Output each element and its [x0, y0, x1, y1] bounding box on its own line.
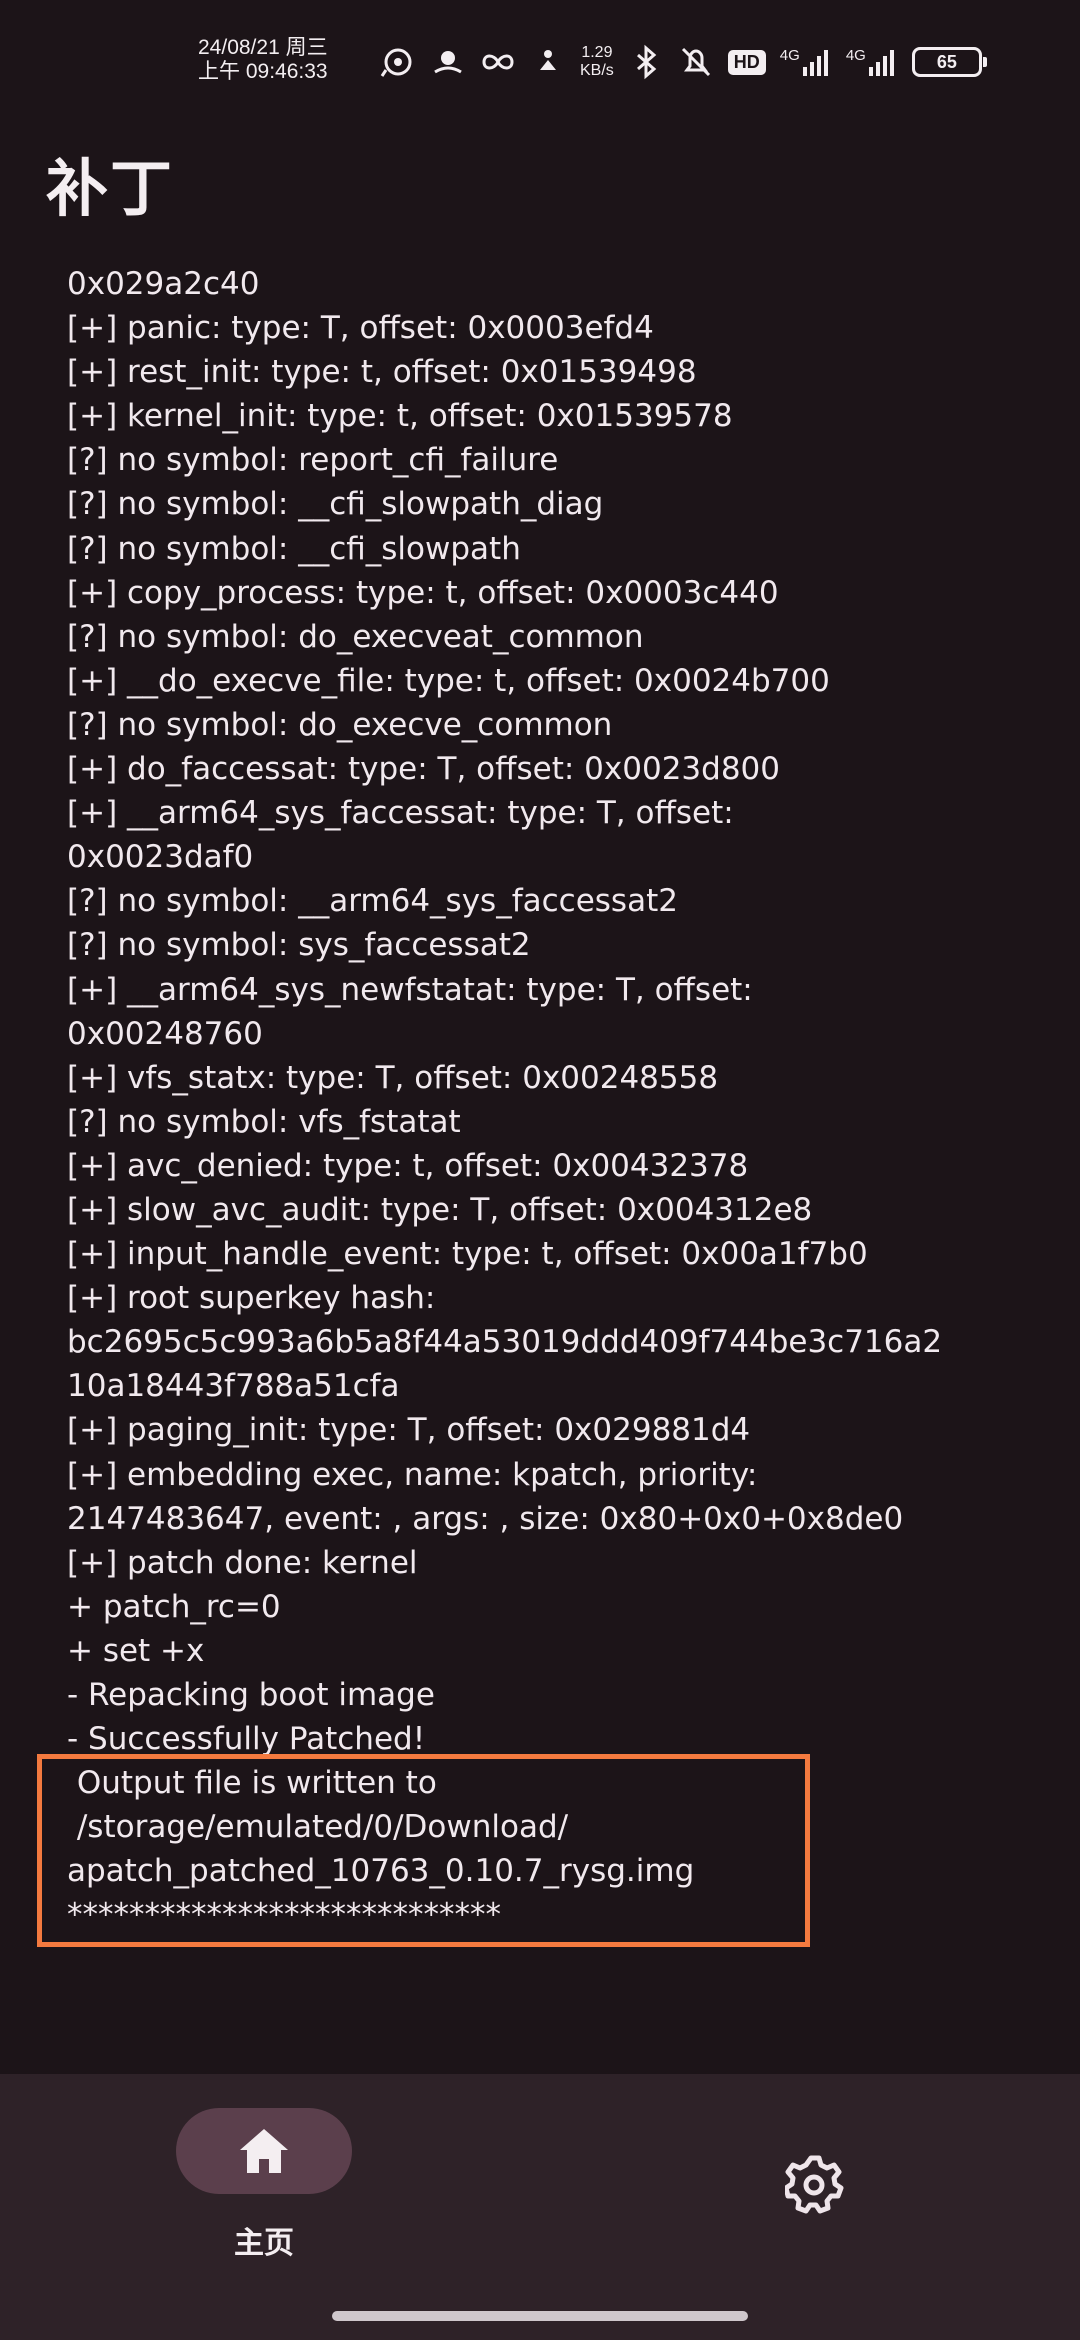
signal-bars-icon: [802, 50, 828, 76]
log-line: [+] rest_init: type: t, offset: 0x015394…: [67, 354, 697, 391]
page-title: 补丁: [46, 152, 175, 225]
log-line: 2147483647, event: , args: , size: 0x80+…: [67, 1500, 904, 1537]
infinity-icon: [482, 54, 514, 70]
net-speed: 1.29 KB/s: [580, 44, 614, 80]
net-speed-value: 1.29: [581, 44, 613, 61]
battery-level: 65: [936, 51, 957, 72]
nav-home-label: 主页: [234, 2226, 294, 2261]
log-line: [?] no symbol: sys_faccessat2: [67, 927, 531, 964]
log-line: [+] avc_denied: type: t, offset: 0x00432…: [67, 1147, 749, 1184]
log-line: [+] do_faccessat: type: T, offset: 0x002…: [67, 751, 780, 788]
log-line: [+] __arm64_sys_newfstatat: type: T, off…: [67, 971, 753, 1008]
home-icon: [240, 2129, 288, 2173]
output-file-highlight: [37, 1754, 810, 1947]
signal-bars-icon: [868, 50, 894, 76]
log-line: [?] no symbol: do_execve_common: [67, 706, 613, 743]
status-icons: 1.29 KB/s HD 4G 4G 65: [380, 40, 987, 84]
patch-log-output: 0x029a2c40 [+] panic: type: T, offset: 0x…: [67, 262, 1027, 1938]
status-bar: 24/08/21 周三 上午 09:46:33 1.29 KB/s HD 4G …: [0, 0, 1080, 110]
log-line: + set +x: [67, 1632, 205, 1669]
sim1-label: 4G: [779, 47, 800, 64]
battery-indicator: 65: [911, 47, 987, 77]
status-date: 24/08/21 周三: [198, 36, 328, 59]
log-line: 0x029a2c40: [67, 266, 260, 302]
log-line: [+] root superkey hash:: [67, 1280, 436, 1317]
app-notification-icon: [434, 51, 462, 74]
person-alert-icon: [540, 50, 556, 70]
log-line: [?] no symbol: __cfi_slowpath: [67, 530, 521, 567]
log-line: [+] panic: type: T, offset: 0x0003efd4: [67, 310, 654, 347]
status-datetime: 24/08/21 周三 上午 09:46:33: [198, 36, 328, 84]
sim1-signal: 4G: [780, 47, 832, 77]
log-line: [+] __do_execve_file: type: t, offset: 0…: [67, 662, 830, 699]
sim2-label: 4G: [845, 47, 866, 64]
log-line: 0x0023daf0: [67, 839, 254, 876]
log-line: - Repacking boot image: [67, 1677, 435, 1713]
gesture-bar[interactable]: [332, 2311, 748, 2321]
log-line: [+] paging_init: type: T, offset: 0x0298…: [67, 1412, 751, 1449]
log-line: bc2695c5c993a6b5a8f44a53019ddd409f744be3…: [67, 1324, 943, 1361]
log-line: [+] input_handle_event: type: t, offset:…: [67, 1236, 868, 1273]
bluetooth-icon: [636, 44, 657, 80]
sim2-signal: 4G: [846, 47, 898, 77]
log-line: [?] no symbol: __arm64_sys_faccessat2: [67, 883, 678, 920]
log-line: [+] embedding exec, name: kpatch, priori…: [67, 1456, 758, 1493]
bottom-navigation: 主页: [0, 2074, 1080, 2340]
log-line: 0x00248760: [67, 1015, 263, 1052]
log-line: [?] no symbol: vfs_fstatat: [67, 1103, 461, 1140]
log-line: + patch_rc=0: [67, 1588, 281, 1625]
log-line: [+] __arm64_sys_faccessat: type: T, offs…: [67, 795, 734, 832]
log-line: [+] patch done: kernel: [67, 1544, 418, 1581]
log-line: [?] no symbol: report_cfi_failure: [67, 442, 559, 479]
hd-badge: HD: [727, 49, 766, 75]
log-line: [?] no symbol: __cfi_slowpath_diag: [67, 486, 604, 523]
log-line: [+] copy_process: type: t, offset: 0x000…: [67, 574, 779, 611]
log-line: [+] kernel_init: type: t, offset: 0x0153…: [67, 398, 733, 435]
nav-home-button[interactable]: 主页: [176, 2108, 352, 2261]
bell-muted-icon: [681, 47, 710, 77]
sync-icon: [380, 48, 412, 77]
log-line: [+] vfs_statx: type: T, offset: 0x002485…: [67, 1059, 719, 1096]
log-line: 10a18443f788a51cfa: [67, 1368, 400, 1405]
gear-icon[interactable]: [785, 2154, 845, 2214]
net-speed-unit: KB/s: [580, 62, 614, 79]
status-time: 上午 09:46:33: [198, 60, 328, 83]
log-line: [+] slow_avc_audit: type: T, offset: 0x0…: [67, 1191, 813, 1228]
log-line: [?] no symbol: do_execveat_common: [67, 618, 644, 655]
